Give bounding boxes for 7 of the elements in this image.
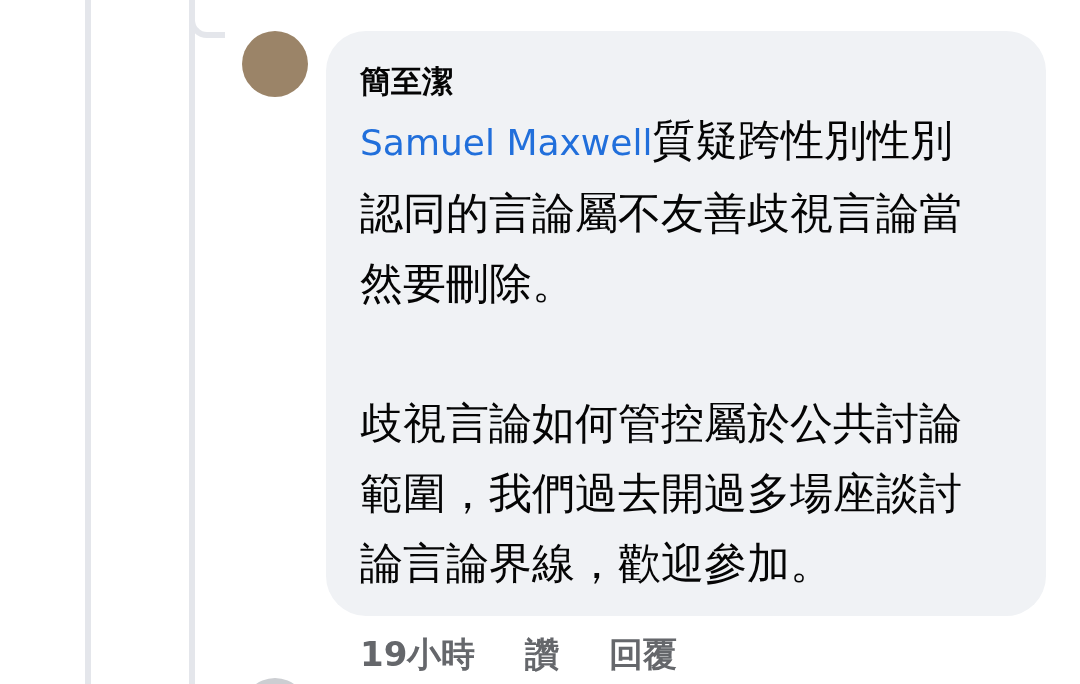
timestamp[interactable]: 19小時	[360, 632, 476, 678]
action-link[interactable]: 回覆	[609, 632, 678, 678]
action-link[interactable]: 讚	[525, 632, 560, 678]
mention-link[interactable]: Samuel Maxwell	[360, 122, 653, 163]
comment-text: Samuel Maxwell質疑跨性別性別認同的言論屬不友善歧視言論當然要刪除。	[360, 114, 963, 310]
author-name[interactable]: 簡至潔	[360, 57, 1012, 105]
comment-text: 歧視言論如何管控屬於公共討論範圍，我們過去開過多場座談討論言論界線，歡迎參加。	[360, 397, 963, 590]
